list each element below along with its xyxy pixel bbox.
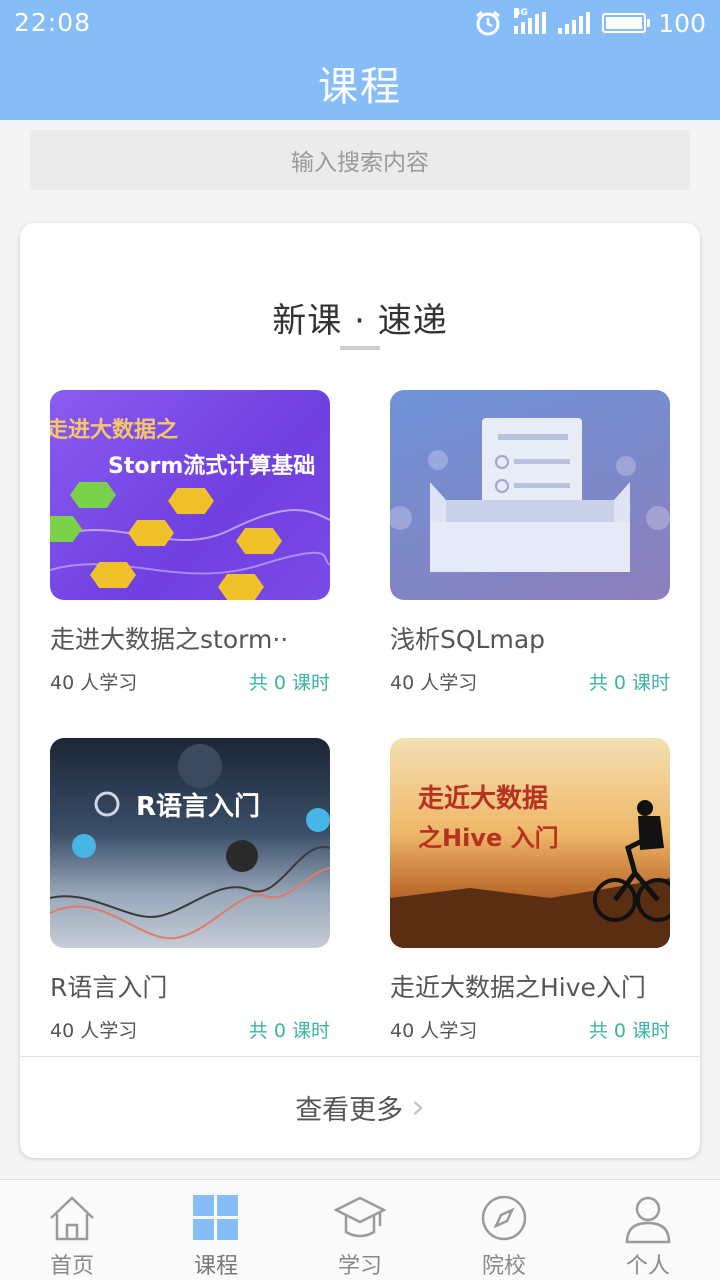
search-input[interactable]: 输入搜索内容 — [30, 130, 690, 190]
new-courses-card: 新课 · 速递 走进大数据之 Storm流式计算基础 走进大数据之storm··… — [20, 223, 700, 1158]
course-card-r[interactable]: R语言入门 R语言入门 40 人学习 共 0 课时 — [50, 738, 330, 1043]
course-card-hive[interactable]: 走近大数据 之Hive 入门 走近大数据之Hive入门 40 人学习 共 0 课… — [390, 738, 670, 1043]
course-name: 走进大数据之storm·· — [50, 625, 289, 654]
tab-courses[interactable]: 课程 — [144, 1180, 288, 1280]
tab-label: 学习 — [337, 1254, 382, 1279]
chevron-right-icon: › — [411, 1087, 425, 1127]
lesson-count: 共 0 课时 — [588, 1020, 670, 1042]
home-icon — [50, 1196, 94, 1241]
learner-count: 40 人学习 — [390, 672, 478, 694]
course-thumbnail — [390, 390, 670, 600]
person-icon — [625, 1196, 671, 1244]
hex-shape — [128, 520, 174, 546]
r-logo-icon — [94, 791, 120, 817]
hex-shape — [70, 482, 116, 508]
lesson-count: 共 0 课时 — [248, 1020, 330, 1042]
tab-label: 课程 — [193, 1254, 238, 1279]
view-more-button[interactable]: 查看更多 › — [20, 1057, 700, 1157]
course-name: 浅析SQLmap — [390, 625, 546, 654]
course-card-storm[interactable]: 走进大数据之 Storm流式计算基础 走进大数据之storm·· 40 人学习 … — [50, 390, 330, 695]
hex-shape — [90, 562, 136, 588]
alarm-icon — [476, 10, 501, 36]
tab-home[interactable]: 首页 — [0, 1180, 144, 1280]
course-thumbnail: 走近大数据 之Hive 入门 — [390, 738, 670, 948]
course-name: R语言入门 — [50, 973, 168, 1002]
status-time: 22:08 — [14, 8, 92, 37]
lesson-count: 共 0 课时 — [248, 672, 330, 694]
grid-icon — [193, 1195, 238, 1240]
course-name: 走近大数据之Hive入门 — [390, 973, 646, 1002]
curve-chart-decoration — [50, 744, 330, 940]
hex-shape — [218, 574, 264, 600]
bottom-tab-bar: 首页 课程 学习 院校 个人 — [0, 1179, 720, 1280]
tab-label: 首页 — [49, 1254, 94, 1279]
status-bar: 22:08 4G 100 — [0, 0, 720, 46]
section-title: 新课 · 速递 — [272, 301, 448, 341]
learner-count: 40 人学习 — [390, 1020, 478, 1042]
view-more-label: 查看更多 — [295, 1094, 404, 1126]
tab-schools[interactable]: 院校 — [432, 1180, 576, 1280]
course-card-sqlmap[interactable]: 浅析SQLmap 40 人学习 共 0 课时 — [390, 390, 670, 695]
document-box-illustration — [390, 418, 670, 572]
section-underline — [340, 346, 380, 350]
lesson-count: 共 0 课时 — [588, 672, 670, 694]
battery-icon — [602, 13, 651, 33]
learner-count: 40 人学习 — [50, 672, 138, 694]
compass-icon — [481, 1195, 527, 1241]
signal-4g-icon: 4G — [514, 8, 547, 34]
header: 课程 — [0, 46, 720, 120]
tab-label: 个人 — [625, 1254, 670, 1279]
tab-study[interactable]: 学习 — [288, 1180, 432, 1280]
tab-profile[interactable]: 个人 — [576, 1180, 720, 1280]
hex-shape — [168, 488, 214, 514]
signal-icon — [558, 12, 591, 34]
mortarboard-icon — [334, 1196, 386, 1238]
tab-label: 院校 — [481, 1254, 526, 1279]
learner-count: 40 人学习 — [50, 1020, 138, 1042]
hex-shape — [236, 528, 282, 554]
page-title: 课程 — [318, 64, 402, 110]
battery-level: 100 — [658, 8, 706, 38]
course-thumbnail: 走进大数据之 Storm流式计算基础 — [50, 390, 330, 600]
course-thumbnail: R语言入门 — [50, 738, 330, 948]
